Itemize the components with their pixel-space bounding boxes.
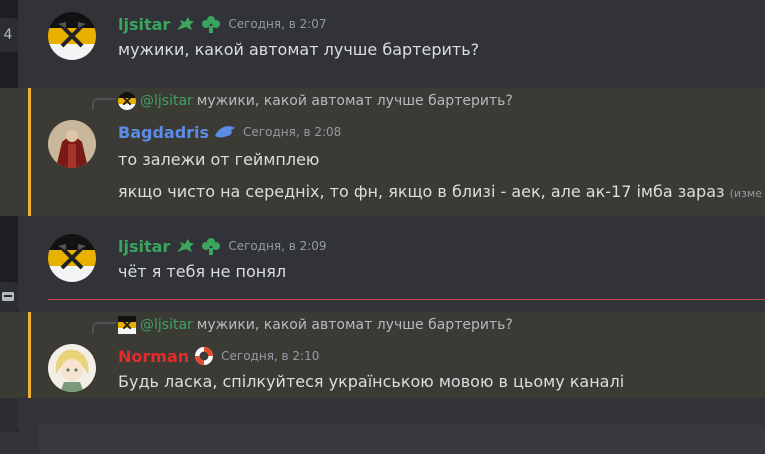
avatar[interactable] — [48, 234, 96, 282]
dragon-badge-icon — [174, 14, 196, 34]
lifebuoy-badge-icon — [193, 345, 215, 367]
timestamp: Сегодня, в 2:10 — [221, 349, 320, 363]
message-2: @ljsitar мужики, какой автомат лучше бар… — [0, 88, 765, 216]
reply-mention[interactable]: @ljsitar — [140, 317, 193, 333]
sidebar-bottom-button[interactable] — [0, 396, 18, 432]
message-text-2: якщо чисто на середніх, то фн, якщо в бл… — [118, 182, 762, 201]
message-text: то залежи от геймплею — [118, 150, 320, 169]
avatar[interactable] — [48, 344, 96, 392]
message-text: мужики, какой автомат лучше бартерить? — [118, 40, 480, 59]
message-3: ljsitar Сегодня, в 2:09 чёт я тебя не по… — [0, 222, 765, 298]
timestamp: Сегодня, в 2:07 — [228, 17, 327, 31]
reply-connector — [92, 322, 116, 334]
message-line: якщо чисто на середніх, то фн, якщо в бл… — [118, 182, 725, 201]
message-text: Будь ласка, спілкуйтеся українською мово… — [118, 372, 625, 391]
message-text: чёт я тебя не понял — [118, 262, 287, 281]
message-input[interactable] — [38, 424, 765, 454]
bird-badge-icon — [213, 122, 237, 142]
username[interactable]: Norman — [118, 347, 189, 366]
reply-preview[interactable]: @ljsitar мужики, какой автомат лучше бар… — [118, 314, 513, 336]
reply-connector — [92, 98, 116, 110]
reply-text: мужики, какой автомат лучше бартерить? — [196, 93, 513, 109]
username[interactable]: ljsitar — [118, 237, 170, 256]
timestamp: Сегодня, в 2:08 — [243, 125, 342, 139]
username[interactable]: ljsitar — [118, 15, 170, 34]
edited-label: (изме — [729, 187, 762, 200]
avatar[interactable] — [48, 120, 96, 168]
reply-preview[interactable]: @ljsitar мужики, какой автомат лучше бар… — [118, 90, 513, 112]
username[interactable]: Bagdadris — [118, 123, 209, 142]
message-1: ljsitar Сегодня, в 2:07 мужики, какой ав… — [0, 0, 765, 86]
reply-text: мужики, какой автомат лучше бартерить? — [196, 317, 513, 333]
reply-avatar — [118, 316, 136, 334]
reply-avatar — [118, 92, 136, 110]
reply-mention[interactable]: @ljsitar — [140, 93, 193, 109]
flower-badge-icon — [200, 14, 222, 34]
timestamp: Сегодня, в 2:09 — [228, 239, 327, 253]
avatar[interactable] — [48, 12, 96, 60]
message-4: @ljsitar мужики, какой автомат лучше бар… — [0, 312, 765, 398]
new-messages-divider — [48, 299, 765, 300]
flower-badge-icon — [200, 236, 222, 256]
dragon-badge-icon — [174, 236, 196, 256]
